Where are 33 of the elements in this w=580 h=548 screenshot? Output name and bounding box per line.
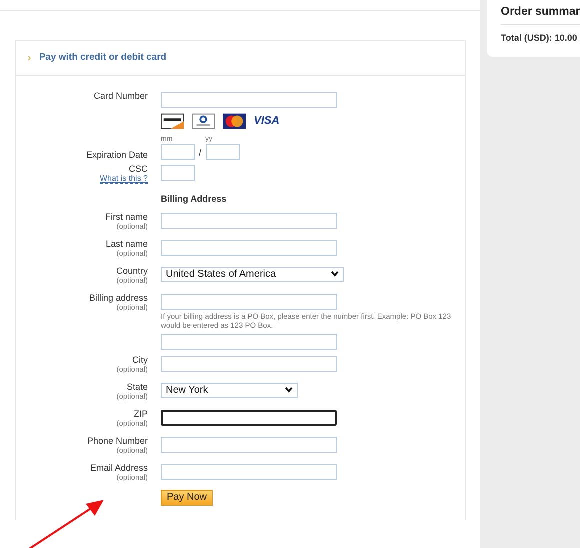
- card-logo-icon: [192, 113, 215, 130]
- section-heading: Billing Address: [161, 193, 227, 206]
- field-label: Phone Number: [86, 436, 148, 446]
- field-label: ZIP: [132, 410, 148, 418]
- card-number-field[interactable]: [161, 92, 337, 108]
- caret-icon: [285, 387, 293, 393]
- chevron-icon: ›: [28, 50, 32, 66]
- caret-icon: [331, 271, 340, 277]
- panel-title[interactable]: Pay with credit or debit card: [39, 50, 167, 66]
- csc-field[interactable]: [161, 165, 195, 181]
- select-field[interactable]: New York: [161, 382, 298, 398]
- slash-text: /: [199, 146, 202, 160]
- total-text: Total (USD): 10.00: [501, 32, 578, 46]
- field-label: Card Number: [92, 92, 148, 101]
- field-label: City: [132, 356, 148, 364]
- summary-title: Order summar: [501, 3, 580, 26]
- pay-now-button[interactable]: Pay Now: [161, 490, 214, 506]
- select-field[interactable]: United States of America: [161, 266, 344, 282]
- field-label: First name: [104, 212, 148, 222]
- help-link[interactable]: What is this ?: [100, 174, 148, 184]
- month-field[interactable]: [161, 144, 195, 160]
- field-label: Email Address: [89, 464, 148, 472]
- field-label: Country: [115, 266, 148, 276]
- field-label: Last name: [104, 240, 148, 248]
- field-label: CSC: [128, 165, 148, 174]
- field-label: Expiration Date: [85, 151, 148, 160]
- card-logo-icon: [223, 113, 246, 130]
- field-label: State: [126, 382, 148, 392]
- card-logo-icon: [161, 113, 184, 130]
- field-label: Billing address: [88, 294, 148, 302]
- visa-logo: VISA: [254, 114, 280, 130]
- input-field[interactable]: [161, 410, 337, 426]
- year-field[interactable]: [206, 144, 240, 160]
